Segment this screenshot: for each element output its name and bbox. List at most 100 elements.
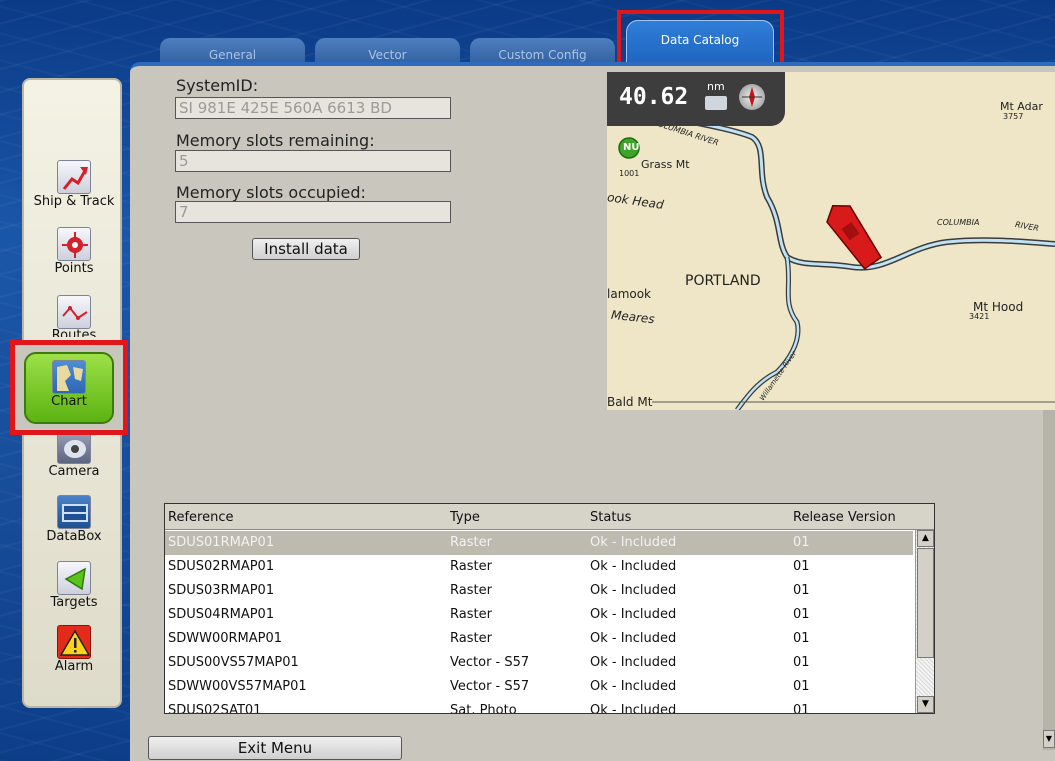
header-release-version[interactable]: Release Version bbox=[793, 510, 896, 525]
header-type[interactable]: Type bbox=[450, 510, 480, 525]
sidebar-item-label: DataBox bbox=[46, 529, 102, 544]
map-label-grass-mt: Grass Mt bbox=[641, 158, 690, 171]
map-label-grass-mt-elev: 1001 bbox=[619, 169, 640, 178]
cell-reference: SDUS03RMAP01 bbox=[168, 583, 275, 598]
table-scrollbar[interactable]: ▲ ▼ bbox=[915, 530, 934, 713]
table-row[interactable]: SDWW00VS57MAP01 Vector - S57 Ok - Includ… bbox=[165, 675, 913, 699]
cell-type: Raster bbox=[450, 535, 492, 550]
cell-status: Ok - Included bbox=[590, 607, 677, 622]
table-row[interactable]: SDUS04RMAP01 Raster Ok - Included 01 bbox=[165, 603, 913, 627]
sidebar-item-label: Routes bbox=[51, 329, 97, 337]
cell-type: Raster bbox=[450, 631, 492, 646]
table-row[interactable]: SDUS02SAT01 Sat. Photo Ok - Included 01 bbox=[165, 699, 913, 714]
scroll-down-icon[interactable]: ▼ bbox=[917, 696, 934, 713]
points-icon bbox=[57, 227, 91, 261]
install-data-button[interactable]: Install data bbox=[252, 238, 360, 260]
cell-release-version: 01 bbox=[793, 679, 810, 694]
sidebar-item-label: Camera bbox=[48, 464, 100, 479]
cell-reference: SDUS04RMAP01 bbox=[168, 607, 275, 622]
cell-type: Raster bbox=[450, 559, 492, 574]
sidebar-item-databox[interactable]: DataBox bbox=[30, 495, 118, 544]
slots-occupied-label: Memory slots occupied: bbox=[176, 183, 366, 202]
map-label-portland: PORTLAND bbox=[685, 273, 761, 289]
map-label-bald-mt: Bald Mt bbox=[607, 395, 653, 409]
slots-remaining-field: 5 bbox=[175, 150, 451, 172]
ship-track-icon bbox=[57, 160, 91, 194]
map-scale-box: 40.62 nm bbox=[607, 72, 785, 126]
scroll-up-icon[interactable]: ▲ bbox=[917, 530, 934, 547]
tab-highlight-box bbox=[617, 10, 784, 68]
sidebar-item-label: Ship & Track bbox=[33, 194, 115, 209]
panel-scrollbar[interactable]: ▼ bbox=[1043, 410, 1055, 750]
sidebar-item-routes[interactable]: Routes bbox=[30, 295, 118, 337]
sidebar-item-label: Targets bbox=[50, 595, 98, 610]
cell-type: Vector - S57 bbox=[450, 655, 530, 670]
cell-reference: SDUS02SAT01 bbox=[168, 703, 262, 714]
camera-icon bbox=[57, 430, 91, 464]
cell-status: Ok - Included bbox=[590, 703, 677, 714]
cell-reference: SDUS00VS57MAP01 bbox=[168, 655, 299, 670]
sidebar-item-label: Chart bbox=[51, 394, 87, 409]
sidebar-item-label: Alarm bbox=[54, 659, 94, 674]
system-id-field: SI 981E 425E 560A 6613 BD bbox=[175, 97, 451, 119]
alarm-icon bbox=[57, 625, 91, 659]
data-catalog-table: Reference Type Status Release Version SD… bbox=[164, 503, 935, 714]
nu-marker-label: NU bbox=[623, 142, 640, 153]
cell-status: Ok - Included bbox=[590, 535, 677, 550]
sidebar-item-targets[interactable]: Targets bbox=[30, 561, 118, 610]
header-reference[interactable]: Reference bbox=[168, 510, 233, 525]
map-label-tillamook: lamook bbox=[607, 287, 652, 301]
cell-reference: SDWW00VS57MAP01 bbox=[168, 679, 307, 694]
cell-status: Ok - Included bbox=[590, 631, 677, 646]
slots-remaining-label: Memory slots remaining: bbox=[176, 131, 375, 150]
map-label-columbia-2: COLUMBIA bbox=[937, 218, 980, 227]
chart-icon bbox=[52, 360, 86, 394]
scale-value: 40.62 bbox=[619, 84, 689, 110]
header-status[interactable]: Status bbox=[590, 510, 631, 525]
sidebar-item-label: Points bbox=[54, 261, 94, 276]
cell-release-version: 01 bbox=[793, 583, 810, 598]
cell-release-version: 01 bbox=[793, 655, 810, 670]
cell-release-version: 01 bbox=[793, 607, 810, 622]
table-row[interactable]: SDUS01RMAP01 Raster Ok - Included 01 bbox=[165, 531, 913, 555]
cell-reference: SDWW00RMAP01 bbox=[168, 631, 283, 646]
panel-scroll-down-icon[interactable]: ▼ bbox=[1043, 730, 1055, 748]
cell-status: Ok - Included bbox=[590, 559, 677, 574]
cell-release-version: 01 bbox=[793, 703, 810, 714]
exit-menu-button[interactable]: Exit Menu bbox=[148, 736, 402, 760]
cell-type: Sat. Photo bbox=[450, 703, 517, 714]
cell-reference: SDUS02RMAP01 bbox=[168, 559, 275, 574]
scale-unit: nm bbox=[707, 80, 725, 93]
databox-icon bbox=[57, 495, 91, 529]
compass-icon[interactable] bbox=[739, 84, 765, 110]
sidebar-item-chart[interactable]: Chart bbox=[24, 352, 114, 424]
cell-type: Raster bbox=[450, 607, 492, 622]
cell-type: Raster bbox=[450, 583, 492, 598]
sidebar-item-ship-track[interactable]: Ship & Track bbox=[30, 160, 118, 209]
table-header: Reference Type Status Release Version bbox=[165, 504, 934, 530]
table-row[interactable]: SDUS00VS57MAP01 Vector - S57 Ok - Includ… bbox=[165, 651, 913, 675]
cell-release-version: 01 bbox=[793, 631, 810, 646]
table-row[interactable]: SDUS02RMAP01 Raster Ok - Included 01 bbox=[165, 555, 913, 579]
cell-reference: SDUS01RMAP01 bbox=[168, 535, 275, 550]
zoom-icon[interactable] bbox=[705, 96, 727, 110]
cell-type: Vector - S57 bbox=[450, 679, 530, 694]
table-row[interactable]: SDWW00RMAP01 Raster Ok - Included 01 bbox=[165, 627, 913, 651]
system-id-label: SystemID: bbox=[176, 76, 259, 95]
cell-status: Ok - Included bbox=[590, 655, 677, 670]
slots-occupied-field: 7 bbox=[175, 201, 451, 223]
cell-release-version: 01 bbox=[793, 535, 810, 550]
sidebar-item-camera[interactable]: Camera bbox=[30, 430, 118, 479]
sidebar-item-alarm[interactable]: Alarm bbox=[30, 625, 118, 674]
routes-icon bbox=[57, 295, 91, 329]
sidebar-item-points[interactable]: Points bbox=[30, 227, 118, 276]
sidebar-item-chart-highlight: Chart bbox=[10, 340, 128, 435]
cell-status: Ok - Included bbox=[590, 583, 677, 598]
table-row[interactable]: SDUS03RMAP01 Raster Ok - Included 01 bbox=[165, 579, 913, 603]
scroll-thumb[interactable] bbox=[917, 548, 934, 658]
cell-release-version: 01 bbox=[793, 559, 810, 574]
map-label-mt-adams-elev: 3757 bbox=[1003, 112, 1024, 121]
cell-status: Ok - Included bbox=[590, 679, 677, 694]
targets-icon bbox=[57, 561, 91, 595]
exit-menu-button-clip: Exit Menu bbox=[148, 736, 402, 761]
